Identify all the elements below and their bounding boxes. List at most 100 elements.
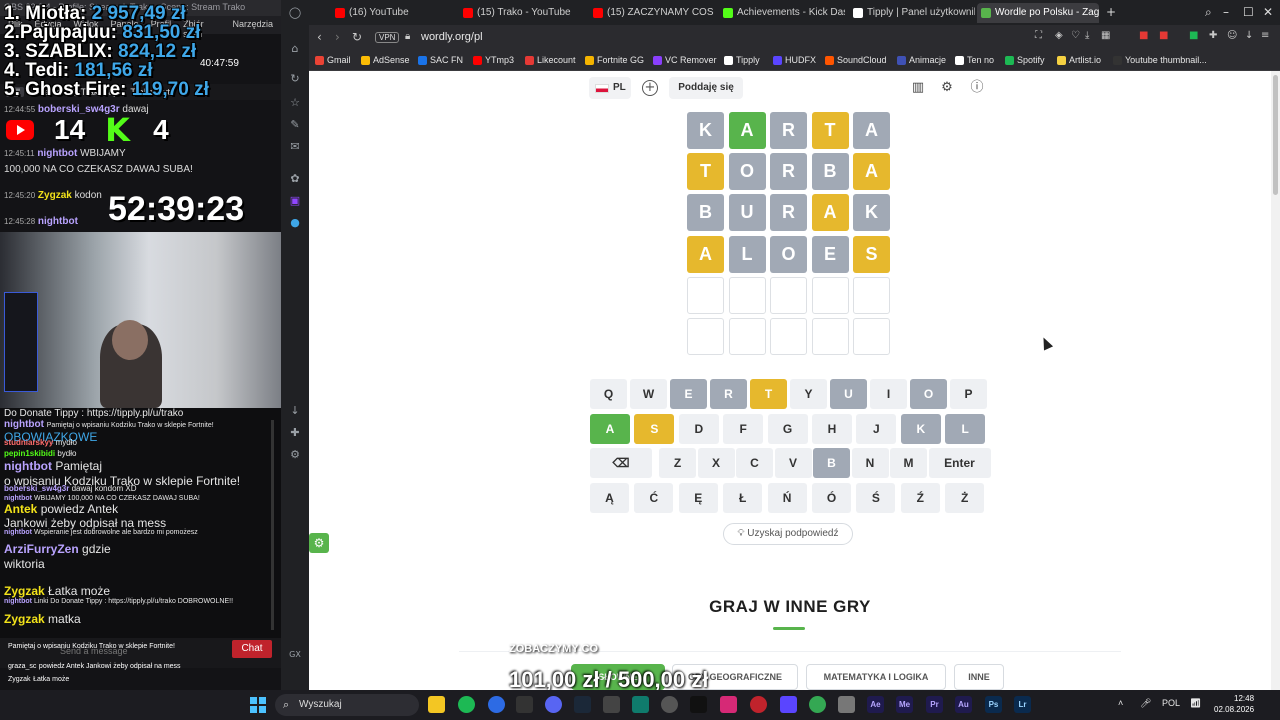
hint-button[interactable]: 💡︎ Uzyskaj podpowiedź	[723, 523, 853, 545]
keyboard-key[interactable]: O	[910, 379, 947, 409]
instagram-icon[interactable]	[720, 696, 737, 713]
menu-icon[interactable]: ≡	[1261, 30, 1269, 41]
vpn-badge[interactable]: VPN	[375, 32, 400, 43]
chat-send-button[interactable]: Chat	[232, 640, 272, 658]
extension-icon[interactable]: ■	[1139, 30, 1148, 41]
history-icon[interactable]: ↻	[288, 72, 302, 86]
download-icon[interactable]: ⤓	[1085, 30, 1089, 41]
scrollbar-thumb[interactable]	[1273, 75, 1278, 195]
forward-icon[interactable]: ›	[335, 30, 340, 44]
keyboard-key[interactable]: H	[812, 413, 852, 444]
messenger-icon[interactable]: ✉	[288, 140, 302, 154]
extensions-icon[interactable]: ▦	[1101, 30, 1110, 41]
app-icon[interactable]	[661, 696, 678, 713]
app-icon[interactable]	[838, 696, 855, 713]
keyboard-key[interactable]: Ł	[723, 483, 763, 514]
app-icon[interactable]	[516, 696, 533, 713]
category-tab[interactable]: INNE	[954, 664, 1004, 690]
give-up-button[interactable]: Poddaję się	[669, 77, 743, 99]
help-icon[interactable]: ⓘ	[969, 80, 985, 96]
audition-icon[interactable]: Au	[955, 696, 972, 713]
keyboard-key[interactable]: Ó	[812, 483, 851, 514]
keyboard-key[interactable]: B	[813, 448, 850, 479]
bookmark[interactable]: Animacje	[897, 55, 946, 65]
keyboard-key[interactable]: X	[697, 448, 735, 479]
language-selector[interactable]: PL	[589, 77, 631, 99]
keyboard-key[interactable]: J	[856, 413, 897, 444]
file-explorer-icon[interactable]	[428, 696, 445, 713]
taskbar-search[interactable]: ⌕ Wyszukaj	[275, 694, 419, 716]
keyboard-key[interactable]: I	[870, 379, 907, 409]
stats-icon[interactable]: ▥	[910, 80, 926, 96]
bookmark[interactable]: Artlist.io	[1057, 55, 1101, 65]
browser-tab[interactable]: (15) ZACZYNAMY COS NO	[589, 3, 715, 23]
wifi-icon[interactable]: 📶︎	[1190, 698, 1201, 709]
opera-icon[interactable]: ◯	[288, 6, 302, 20]
keyboard-key[interactable]: Z	[659, 448, 696, 479]
chat-scrollbar[interactable]	[271, 420, 274, 630]
shield-icon[interactable]: ◈	[1055, 30, 1063, 41]
add-icon[interactable]: +	[642, 80, 658, 96]
browser-tab[interactable]: (15) Trako - YouTube	[459, 3, 585, 23]
back-icon[interactable]: ‹	[317, 30, 322, 44]
keyboard-key[interactable]: V	[774, 448, 812, 479]
keyboard-key[interactable]: E	[670, 379, 707, 409]
bookmark[interactable]: SAC FN	[418, 55, 463, 65]
cookie-settings-icon[interactable]: ⚙	[309, 533, 329, 553]
bookmark[interactable]: HUDFX	[773, 55, 816, 65]
search-tabs-icon[interactable]: ⌕	[1205, 5, 1212, 20]
clock[interactable]: 12:48 02.08.2026	[1214, 693, 1254, 715]
keyboard-key[interactable]: Q	[590, 379, 627, 409]
gx-icon[interactable]: GX	[288, 648, 302, 662]
lightroom-icon[interactable]: Lr	[1014, 696, 1031, 713]
bookmark[interactable]: Fortnite GG	[585, 55, 644, 65]
download-icon[interactable]: ↓	[1245, 30, 1253, 41]
microphone-icon[interactable]: 🎤︎	[1140, 698, 1151, 709]
keyboard-key[interactable]: S	[634, 413, 675, 444]
bookmark[interactable]: Youtube thumbnail...	[1113, 55, 1207, 65]
spotify-icon[interactable]	[458, 696, 475, 713]
keyboard-key[interactable]: Ź	[900, 483, 940, 514]
steam-icon[interactable]	[574, 696, 591, 713]
close-button[interactable]: ✕	[1263, 5, 1273, 19]
chatgpt-icon[interactable]: ✿	[288, 172, 302, 186]
bookmark[interactable]: Gmail	[315, 55, 351, 65]
twitch-icon[interactable]: ▣	[288, 194, 302, 208]
keyboard-key[interactable]: N	[851, 448, 889, 479]
extensions-icon[interactable]: ✚	[1209, 30, 1217, 41]
browser-tab[interactable]: (16) YouTube	[331, 3, 453, 23]
keyboard-key[interactable]: K	[900, 413, 941, 444]
category-tab[interactable]: MATEMATYKA I LOGIKA	[806, 664, 946, 690]
language-indicator[interactable]: POL	[1162, 698, 1180, 708]
keyboard-key[interactable]: D	[678, 413, 719, 444]
media-encoder-icon[interactable]: Me	[896, 696, 913, 713]
windows-start-icon[interactable]	[250, 697, 266, 713]
bookmark[interactable]: YTmp3	[473, 55, 514, 65]
keyboard-key[interactable]: Y	[790, 379, 827, 409]
keyboard-key[interactable]: W	[630, 379, 667, 409]
extension-icon[interactable]: ■	[1189, 30, 1198, 41]
tray-chevron-icon[interactable]: ˄	[1118, 698, 1123, 708]
keyboard-key[interactable]: M	[890, 448, 927, 479]
maximize-button[interactable]: ☐	[1243, 5, 1254, 19]
keyboard-key[interactable]: L	[945, 413, 986, 444]
bookmark[interactable]: Ten no	[955, 55, 994, 65]
settings-icon[interactable]: ⚙	[288, 448, 302, 462]
tiktok-icon[interactable]	[690, 696, 707, 713]
keyboard-key[interactable]: T	[750, 379, 787, 409]
keyboard-key[interactable]: U	[830, 379, 867, 409]
keyboard-key[interactable]: Ś	[856, 483, 896, 514]
new-tab-button[interactable]: +	[1106, 5, 1116, 19]
page-scrollbar[interactable]	[1271, 71, 1280, 690]
app-icon[interactable]	[809, 696, 826, 713]
keyboard-key[interactable]: P	[950, 379, 987, 409]
app-icon[interactable]	[632, 696, 649, 713]
bookmark-icon[interactable]: ☆	[288, 96, 302, 110]
bookmark[interactable]: VC Remover	[653, 55, 717, 65]
discord-icon[interactable]: ●	[288, 216, 302, 230]
browser-tab[interactable]: Tipply | Panel użytkownika	[849, 3, 975, 23]
keyboard-key[interactable]: Ę	[678, 483, 718, 514]
bookmark[interactable]: Tipply	[724, 55, 760, 65]
home-icon[interactable]: ⌂	[288, 42, 302, 56]
after-effects-icon[interactable]: Ae	[867, 696, 884, 713]
